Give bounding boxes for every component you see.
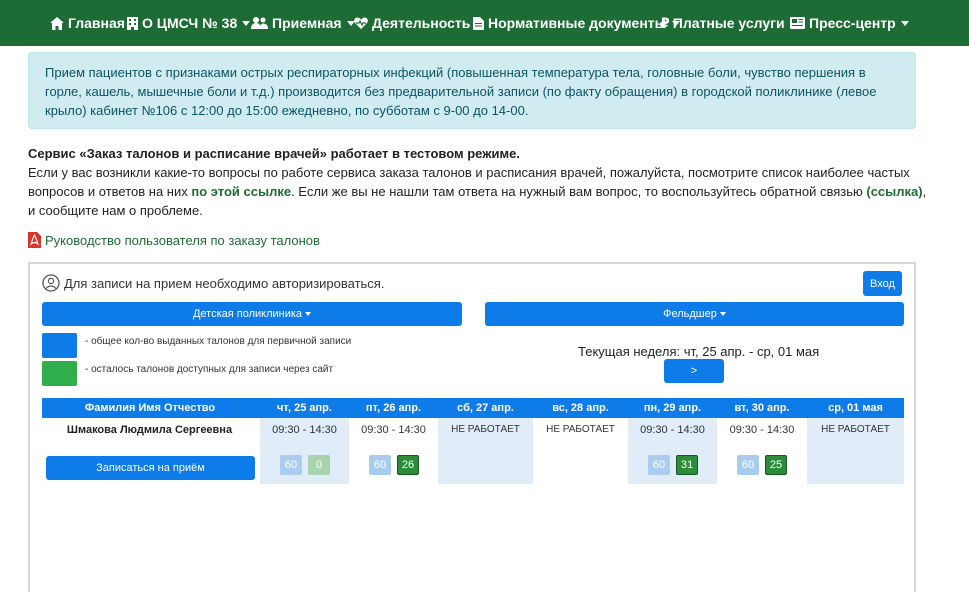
nav-docs-label: Нормативные документы [488, 15, 667, 31]
schedule-header: Фамилия Имя Отчество чт, 25 апр. пт, 26 … [42, 398, 904, 418]
nav-reception-label: Приемная [272, 15, 342, 31]
notice-title: Сервис «Заказ талонов и расписание враче… [28, 146, 520, 161]
service-notice: Сервис «Заказ талонов и расписание враче… [28, 144, 928, 220]
nav-activity-label: Деятельность [372, 15, 471, 31]
clinic-dropdown-label: Детская поликлиника [192, 308, 303, 320]
header-day: пн, 29 апр. [643, 402, 702, 414]
legend-free-swatch [42, 361, 77, 386]
login-button[interactable]: Вход [863, 271, 902, 296]
pdf-icon [28, 232, 41, 248]
alert-text: Прием пациентов с признаками острых респ… [45, 65, 877, 118]
schedule-cell: 09:30 - 14:30 60 31 [628, 418, 717, 484]
nav-press-label: Пресс-центр [809, 15, 896, 31]
schedule-time: 09:30 - 14:30 [729, 424, 795, 436]
schedule-cell: НЕ РАБОТАЕТ [533, 418, 628, 484]
header-day: вс, 28 апр. [552, 402, 609, 414]
nav-home-label: Главная [68, 15, 125, 31]
next-week-label: > [690, 365, 698, 377]
header-name: Фамилия Имя Отчество [84, 402, 216, 414]
header-day: чт, 25 апр. [277, 402, 332, 414]
user-guide-link[interactable]: Руководство пользователя по заказу талон… [28, 232, 320, 248]
nav-press[interactable]: Пресс-центр [790, 0, 909, 46]
free-tickets-badge[interactable]: 0 [308, 455, 330, 475]
chevron-down-icon [900, 20, 909, 26]
auth-text: Для записи на прием необходимо авторизир… [64, 275, 385, 291]
specialty-dropdown[interactable]: Фельдшер [485, 302, 904, 326]
total-tickets-badge: 60 [737, 455, 759, 475]
specialty-dropdown-label: Фельдшер [663, 308, 717, 320]
free-tickets-badge[interactable]: 31 [676, 455, 698, 475]
appointment-panel: Для записи на прием необходимо авторизир… [28, 262, 916, 592]
nav-activity[interactable]: Деятельность [354, 0, 484, 46]
closed-label: НЕ РАБОТАЕТ [546, 424, 615, 435]
newspaper-icon [790, 17, 805, 29]
document-icon [473, 16, 484, 30]
building-icon [127, 16, 138, 30]
user-circle-icon [42, 274, 60, 292]
header-day: сб, 27 апр. [457, 402, 514, 414]
schedule-time: 09:30 - 14:30 [361, 424, 426, 436]
header-day: пт, 26 апр. [365, 402, 422, 414]
total-tickets-badge: 60 [648, 455, 670, 475]
free-tickets-badge[interactable]: 25 [765, 455, 787, 475]
free-tickets-badge[interactable]: 26 [397, 455, 419, 475]
total-tickets-badge: 60 [369, 455, 391, 475]
doctor-name: Шмакова Людмила Сергеевна [66, 424, 233, 436]
heartbeat-icon [354, 17, 368, 29]
chevron-down-icon [305, 312, 312, 316]
legend-free-text: - осталось талонов доступных для записи … [85, 364, 334, 375]
user-guide-label: Руководство пользователя по заказу талон… [45, 232, 320, 248]
faq-link[interactable]: по этой ссылке [191, 184, 291, 199]
schedule-cell: 09:30 - 14:30 60 25 [717, 418, 807, 484]
schedule-cell: 09:30 - 14:30 60 0 [260, 418, 349, 484]
nav-home[interactable]: Главная [50, 0, 125, 46]
next-week-button[interactable]: > [664, 359, 724, 383]
total-tickets-badge: 60 [280, 455, 302, 475]
notice-text-2: . Если же вы не нашли там ответа на нужн… [291, 184, 867, 199]
closed-label: НЕ РАБОТАЕТ [451, 424, 520, 435]
chevron-down-icon [719, 312, 726, 316]
nav-about-label: О ЦМСЧ № 38 [142, 15, 238, 31]
users-icon [251, 17, 268, 29]
chevron-down-icon [242, 20, 251, 26]
login-button-label: Вход [870, 277, 895, 290]
schedule-cell: 09:30 - 14:30 60 26 [349, 418, 438, 484]
nav-reception[interactable]: Приемная [251, 0, 355, 46]
nav-paid-label: Платные услуги [672, 15, 785, 31]
schedule-time: 09:30 - 14:30 [272, 424, 337, 436]
top-navbar: Главная О ЦМСЧ № 38 Приемная Деятельност… [0, 0, 969, 46]
nav-docs[interactable]: Нормативные документы [473, 0, 680, 46]
closed-label: НЕ РАБОТАЕТ [821, 424, 890, 435]
notice-body: Если у вас возникли какие-то вопросы по … [28, 163, 928, 220]
nav-about[interactable]: О ЦМСЧ № 38 [127, 0, 251, 46]
current-week-label: Текущая неделя: чт, 25 апр. - ср, 01 мая [578, 344, 820, 359]
clinic-dropdown[interactable]: Детская поликлиника [42, 302, 462, 326]
feedback-link[interactable]: (ссылка) [866, 184, 922, 199]
ruble-icon: ₽ [660, 14, 670, 31]
book-button-label: Записаться на приём [96, 462, 205, 474]
auth-notice: Для записи на прием необходимо авторизир… [42, 274, 384, 292]
schedule-time: 09:30 - 14:30 [640, 424, 705, 436]
legend-total-swatch [42, 333, 77, 358]
legend-total-text: - общее кол-во выданных талонов для перв… [85, 336, 352, 347]
info-alert: Прием пациентов с признаками острых респ… [28, 52, 916, 129]
schedule-cell: НЕ РАБОТАЕТ [807, 418, 904, 484]
nav-paid[interactable]: ₽ Платные услуги [660, 0, 798, 46]
header-day: ср, 01 мая [828, 402, 883, 414]
schedule-cell: НЕ РАБОТАЕТ [438, 418, 533, 484]
book-appointment-button[interactable]: Записаться на приём [46, 456, 255, 480]
header-day: вт, 30 апр. [734, 402, 790, 414]
home-icon [50, 16, 64, 30]
